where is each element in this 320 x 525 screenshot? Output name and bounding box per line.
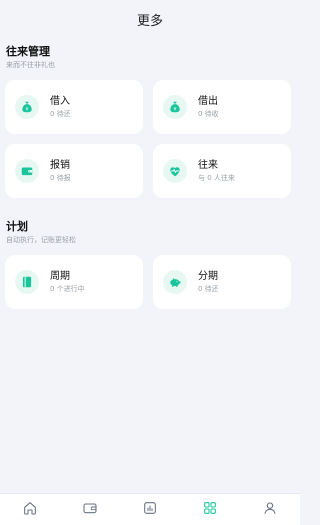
svg-text:¥: ¥ [26,107,29,113]
user-icon [262,500,278,520]
card-lend-out[interactable]: ¥ 借出 0 待收 [153,80,291,134]
tab-more[interactable] [195,495,225,525]
card-subtitle: 0 待收 [198,110,219,118]
card-title: 报销 [50,160,70,171]
card-title: 往来 [198,160,218,171]
heart-pulse-icon [163,159,187,183]
card-subtitle: 与 0 人往来 [198,174,235,182]
home-icon [22,500,38,520]
money-bag-icon: ¥ [163,95,187,119]
piggy-bank-icon [163,270,187,294]
svg-text:¥: ¥ [174,107,177,113]
tab-wallet[interactable] [75,495,105,525]
bottom-tab-bar [0,493,300,525]
page-header: 更多 [0,0,300,38]
section-title: 往来管理 [6,45,50,58]
tab-stats[interactable] [135,495,165,525]
section-subtitle: 来而不往非礼也 [6,61,55,69]
card-subtitle: 0 待报 [50,174,71,182]
tab-home[interactable] [15,495,45,525]
section-plans: 计划 自动执行，记账更轻松 周期 0 个进行中 分期 0 待还 [0,220,300,309]
page-title: 更多 [136,13,163,29]
card-title: 借出 [198,96,218,107]
card-subtitle: 0 待还 [198,285,219,293]
card-title: 周期 [50,271,70,282]
card-installment[interactable]: 分期 0 待还 [153,255,291,309]
card-contacts[interactable]: 往来 与 0 人往来 [153,144,291,198]
card-title: 分期 [198,271,218,282]
section-subtitle: 自动执行，记账更轻松 [6,236,76,244]
grid-icon [202,500,218,520]
card-periodic[interactable]: 周期 0 个进行中 [5,255,143,309]
section-contacts-management: 往来管理 来而不往非礼也 ¥ 借入 0 待还 ¥ 借出 0 待收 报销 0 待报… [0,45,300,198]
card-subtitle: 0 个进行中 [50,285,85,293]
card-title: 借入 [50,96,70,107]
card-subtitle: 0 待还 [50,110,71,118]
notebook-icon [15,270,39,294]
wallet-icon [82,500,98,520]
wallet-icon [15,159,39,183]
chart-icon [142,500,158,520]
section-title: 计划 [6,220,28,233]
money-bag-icon: ¥ [15,95,39,119]
card-borrow-in[interactable]: ¥ 借入 0 待还 [5,80,143,134]
tab-profile[interactable] [255,495,285,525]
card-reimburse[interactable]: 报销 0 待报 [5,144,143,198]
